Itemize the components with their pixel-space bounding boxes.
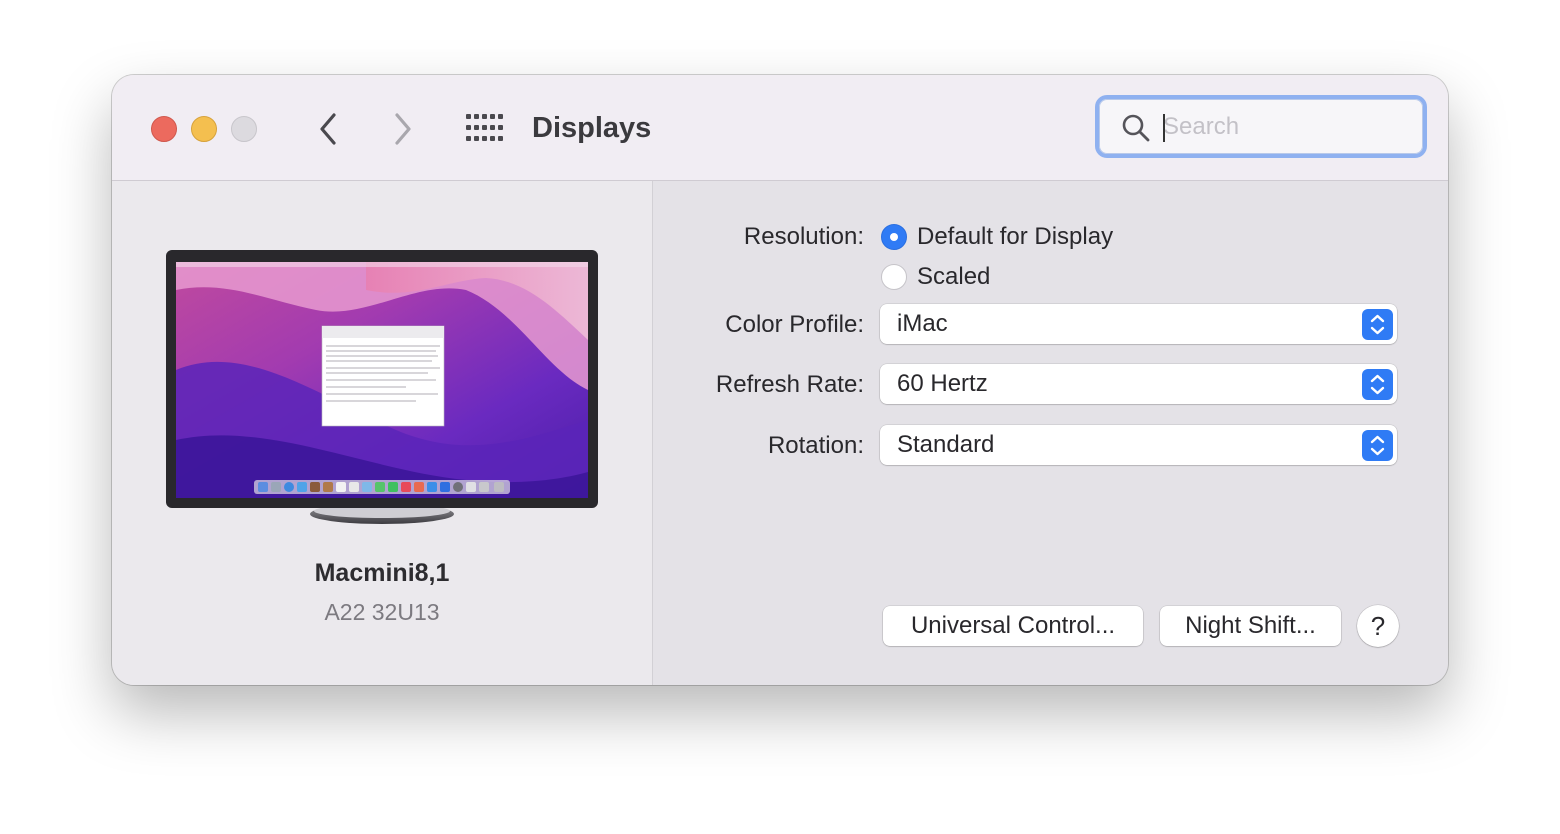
popup-arrows-icon (1362, 430, 1393, 461)
rotation-label: Rotation: (767, 432, 864, 459)
show-all-grid-icon (466, 114, 503, 141)
displays-window: Displays Search Macmini8,1 A22 32U13 Res… (112, 75, 1448, 685)
back-chevron-icon (320, 113, 336, 145)
search-field[interactable] (1095, 95, 1427, 158)
forward-button[interactable] (388, 109, 418, 149)
resolution-default-radio[interactable] (881, 224, 907, 250)
display-model: A22 32U13 (324, 599, 440, 625)
universal-control-button[interactable]: Universal Control... (883, 606, 1143, 646)
night-shift-button[interactable]: Night Shift... (1160, 606, 1341, 646)
show-all-button[interactable] (465, 113, 503, 143)
zoom-button (231, 116, 257, 142)
rotation-popup[interactable]: Standard (880, 425, 1397, 465)
rotation-value: Standard (897, 431, 995, 458)
monitor-icon (166, 250, 598, 524)
display-preview-pane: Macmini8,1 A22 32U13 (112, 181, 653, 685)
resolution-default-label[interactable]: Default for Display (917, 223, 1113, 251)
resolution-label: Resolution: (743, 223, 864, 250)
refresh-rate-value: 60 Hertz (897, 370, 988, 397)
help-button[interactable]: ? (1357, 605, 1399, 647)
resolution-scaled-label[interactable]: Scaled (917, 263, 990, 291)
back-button[interactable] (313, 109, 343, 149)
resolution-scaled-radio[interactable] (881, 264, 907, 290)
close-button[interactable] (151, 116, 177, 142)
popup-arrows-icon (1362, 369, 1393, 400)
color-profile-value: iMac (897, 310, 948, 337)
color-profile-popup[interactable]: iMac (880, 304, 1397, 344)
search-icon (1122, 114, 1150, 142)
forward-chevron-icon (395, 113, 411, 145)
popup-arrows-icon (1362, 309, 1393, 340)
color-profile-label: Color Profile: (725, 311, 864, 338)
refresh-rate-popup[interactable]: 60 Hertz (880, 364, 1397, 404)
title-bar: Displays (112, 75, 1448, 181)
display-name: Macmini8,1 (314, 559, 450, 587)
search-input[interactable] (1163, 108, 1403, 146)
minimize-button[interactable] (191, 116, 217, 142)
text-caret (1163, 114, 1165, 142)
refresh-rate-label: Refresh Rate: (715, 371, 864, 398)
window-title: Displays (532, 112, 652, 144)
